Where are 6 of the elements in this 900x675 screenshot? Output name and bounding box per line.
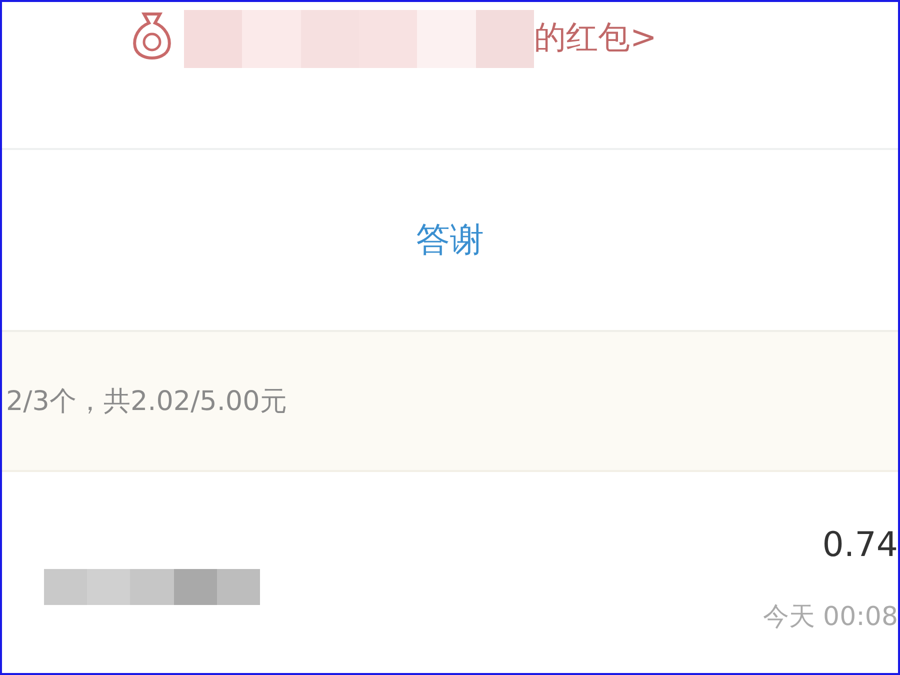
amount-text: 0.74 — [822, 524, 898, 564]
summary-text: 2/3个，共2.02/5.00元 — [6, 385, 287, 419]
thank-button[interactable]: 答谢 — [408, 213, 492, 267]
time-text: 今天 00:08 — [762, 600, 898, 634]
money-bag-icon — [130, 10, 174, 60]
received-packets-link[interactable]: 的红包> — [534, 16, 657, 60]
